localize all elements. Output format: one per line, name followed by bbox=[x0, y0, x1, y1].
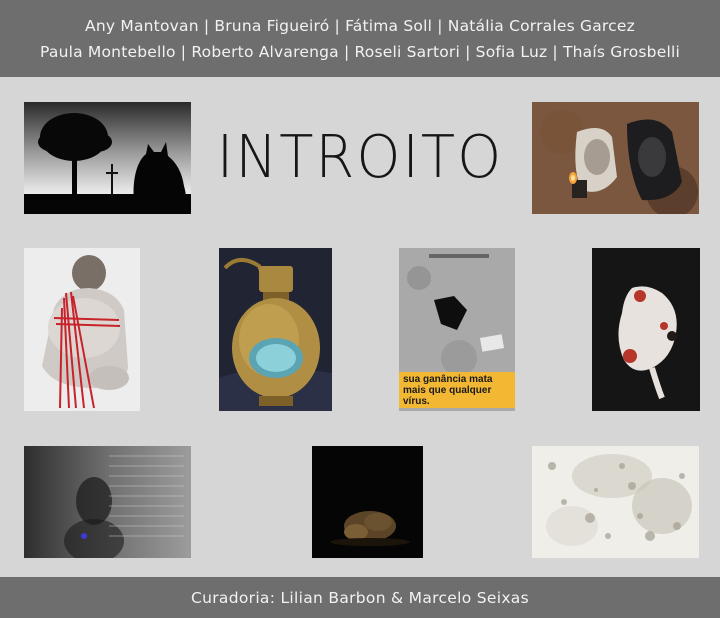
artwork-figure-red-strings bbox=[24, 248, 140, 411]
artwork-tree-cat-silhouette bbox=[24, 102, 191, 214]
curators-footer: Curadoria: Lilian Barbon & Marcelo Seixa… bbox=[0, 577, 720, 618]
exhibition-title: INTROITO bbox=[216, 122, 504, 192]
artwork-curled-figure bbox=[592, 248, 700, 411]
artwork-virus-poster: sua ganância mata mais que qualquer víru… bbox=[399, 248, 515, 411]
artwork-burnt-faces bbox=[532, 102, 699, 214]
artwork-abstract-texture bbox=[532, 446, 699, 558]
poster-text: sua ganância mata mais que qualquer víru… bbox=[403, 374, 493, 407]
artwork-crouching-figure bbox=[312, 446, 423, 558]
artists-header: Any Mantovan | Bruna Figueiró | Fátima S… bbox=[0, 0, 720, 77]
artwork-brass-lantern bbox=[219, 248, 332, 411]
artists-line-2: Paula Montebello | Roberto Alvarenga | R… bbox=[40, 42, 680, 61]
artists-line-1: Any Mantovan | Bruna Figueiró | Fátima S… bbox=[85, 16, 635, 35]
curators-text: Curadoria: Lilian Barbon & Marcelo Seixa… bbox=[191, 588, 529, 607]
artwork-blurred-figure bbox=[24, 446, 191, 558]
